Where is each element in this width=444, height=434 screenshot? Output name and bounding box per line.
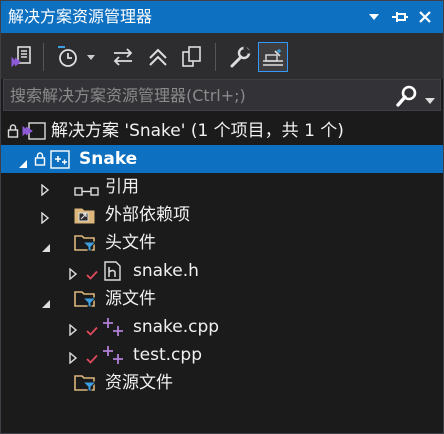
- switch-views-icon[interactable]: [7, 42, 37, 72]
- tree-item-external-dependencies[interactable]: 外部依赖项: [1, 201, 443, 229]
- chevron-down-icon[interactable]: [83, 42, 99, 72]
- tree-item-project[interactable]: Snake: [1, 145, 443, 173]
- dropdown-icon[interactable]: [364, 7, 384, 27]
- references-label: 引用: [105, 177, 139, 197]
- expanded-arrow-icon[interactable]: [41, 238, 51, 257]
- show-all-files-icon[interactable]: [177, 42, 207, 72]
- tree-item-references[interactable]: 引用: [1, 173, 443, 201]
- filter-folder-icon: [74, 289, 98, 313]
- collapsed-arrow-icon[interactable]: [41, 181, 50, 200]
- collapsed-arrow-icon[interactable]: [69, 265, 78, 284]
- cpp-project-icon: [50, 150, 72, 174]
- checked-in-checkmark-icon: [86, 321, 98, 340]
- external-dependencies-label: 外部依赖项: [105, 205, 190, 225]
- collapse-all-icon[interactable]: [143, 42, 173, 72]
- toolbar-separator: [215, 43, 216, 71]
- expanded-arrow-icon[interactable]: [41, 294, 51, 313]
- cpp-file-icon: [101, 344, 125, 370]
- toolbar: [1, 33, 443, 79]
- close-icon[interactable]: [415, 7, 435, 27]
- snake-cpp-label: snake.cpp: [133, 317, 220, 337]
- tree-item-resource-files[interactable]: 资源文件: [1, 369, 443, 397]
- pending-changes-filter-icon[interactable]: [53, 42, 83, 72]
- panel-title: 解决方案资源管理器: [8, 7, 153, 26]
- solution-label: 解决方案 'Snake' (1 个项目，共 1 个): [51, 121, 344, 141]
- filter-folder-icon: [74, 373, 98, 397]
- search-icon[interactable]: [396, 85, 418, 107]
- preview-selected-items-icon[interactable]: [258, 42, 288, 72]
- expanded-arrow-icon[interactable]: [18, 154, 28, 173]
- external-dependencies-icon: [74, 205, 96, 229]
- test-cpp-label: test.cpp: [133, 345, 202, 365]
- project-label: Snake: [79, 149, 138, 169]
- tree-item-header-files[interactable]: 头文件: [1, 229, 443, 257]
- cpp-file-icon: [101, 316, 125, 342]
- header-files-label: 头文件: [105, 233, 156, 253]
- collapsed-arrow-icon[interactable]: [69, 321, 78, 340]
- title-bar: 解决方案资源管理器: [1, 1, 443, 33]
- toolbar-separator: [43, 43, 44, 71]
- snake-h-label: snake.h: [133, 261, 199, 281]
- source-files-label: 源文件: [105, 289, 156, 309]
- solution-icon: [22, 121, 46, 145]
- checked-in-checkmark-icon: [86, 265, 98, 284]
- properties-wrench-icon[interactable]: [225, 42, 255, 72]
- references-icon: [74, 182, 100, 201]
- checked-in-checkmark-icon: [86, 349, 98, 368]
- filter-folder-icon: [74, 233, 98, 257]
- lock-icon: [34, 151, 46, 171]
- search-input[interactable]: [10, 83, 380, 107]
- tree-item-snake-cpp[interactable]: snake.cpp: [1, 313, 443, 341]
- tree-item-source-files[interactable]: 源文件: [1, 285, 443, 313]
- sync-with-active-document-icon[interactable]: [108, 42, 138, 72]
- tree-item-test-cpp[interactable]: test.cpp: [1, 341, 443, 369]
- pin-icon[interactable]: [390, 7, 410, 27]
- header-file-icon: [104, 261, 122, 285]
- solution-explorer-panel: 解决方案资源管理器 搜索解决方案资源管理器(Ctrl+;) 解决方案 'Snak…: [0, 0, 444, 434]
- lock-icon: [7, 123, 19, 143]
- search-options-dropdown-icon[interactable]: [424, 91, 436, 104]
- tree-item-solution[interactable]: 解决方案 'Snake' (1 个项目，共 1 个): [1, 117, 443, 145]
- tree-item-snake-h[interactable]: snake.h: [1, 257, 443, 285]
- collapsed-arrow-icon[interactable]: [41, 209, 50, 228]
- search-box: [3, 79, 441, 111]
- resource-files-label: 资源文件: [105, 373, 173, 393]
- collapsed-arrow-icon[interactable]: [69, 349, 78, 368]
